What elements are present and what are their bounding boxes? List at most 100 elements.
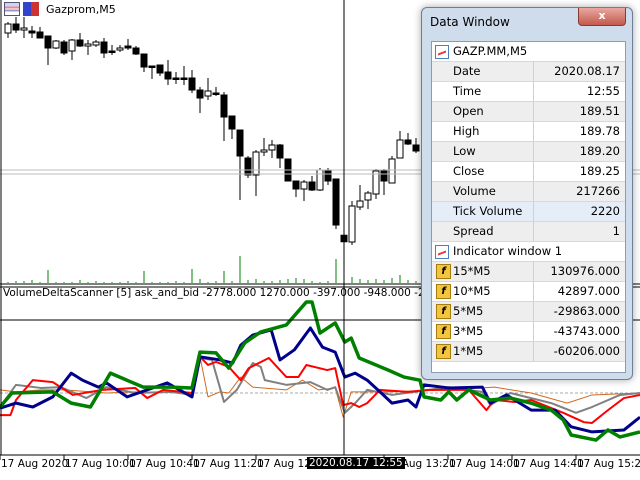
symbol-section: GAZP.MM,M5: [432, 42, 625, 62]
function-icon: f: [436, 264, 451, 279]
row-label: Tick Volume: [432, 202, 534, 221]
time-label: 17 Aug 2020: [1, 458, 69, 470]
row-label: 10*M5: [453, 284, 491, 298]
candle: [292, 180, 300, 197]
candle: [140, 53, 148, 72]
row-label: Volume: [432, 182, 534, 201]
data-row-high: High 189.78: [432, 122, 625, 142]
candle: [364, 191, 372, 209]
candle: [84, 40, 92, 55]
time-label: 17 Aug 14:00: [449, 458, 520, 470]
time-label: 17 Aug 14:40: [513, 458, 584, 470]
row-label: Low: [432, 142, 534, 161]
candle: [244, 156, 252, 178]
candle: [332, 178, 340, 229]
candle: [348, 201, 356, 245]
chart-icon: [435, 44, 449, 59]
chart-window-icon[interactable]: [4, 2, 20, 16]
candle: [172, 72, 180, 84]
candle: [4, 22, 12, 38]
candle: [324, 168, 332, 185]
candle: [196, 87, 204, 113]
candle: [132, 46, 140, 55]
data-row-tick-volume: Tick Volume 2220: [432, 202, 625, 222]
row-label: Time: [432, 82, 534, 101]
row-value: -60206.000: [553, 344, 620, 358]
data-row-spread: Spread 1: [432, 222, 625, 242]
candle: [180, 66, 188, 85]
time-label: 17 Aug 11:20: [193, 458, 264, 470]
row-label: High: [432, 122, 534, 141]
row-value: 2020.08.17: [554, 64, 620, 78]
row-label: Open: [432, 102, 534, 121]
time-label: 17 Aug 10:00: [65, 458, 136, 470]
candle: [92, 40, 100, 47]
candle: [316, 168, 324, 191]
row-label: 15*M5: [453, 264, 491, 278]
candle: [356, 185, 364, 210]
row-value: 217266: [576, 184, 620, 198]
candle: [68, 39, 76, 60]
crosshair-time-label: 2020.08.17 12:55: [307, 457, 405, 469]
indicator-section: Indicator window 1: [432, 242, 625, 262]
candle: [36, 27, 44, 39]
time-label: 17 Aug 10:40: [129, 458, 200, 470]
candle: [124, 39, 132, 50]
row-value: 189.20: [579, 144, 620, 158]
function-icon: f: [436, 304, 451, 319]
data-row-open: Open 189.51: [432, 102, 625, 122]
row-label: Spread: [432, 222, 534, 241]
candle: [100, 38, 108, 58]
candle: [12, 17, 20, 33]
close-button[interactable]: x: [578, 8, 626, 26]
row-value: -43743.000: [553, 324, 620, 338]
candle: [116, 45, 124, 52]
section-label: Indicator window 1: [453, 244, 563, 258]
row-value: 189.25: [579, 164, 620, 178]
row-value: 189.78: [579, 124, 620, 138]
row-label: 1*M5: [453, 344, 484, 358]
data-row-date: Date 2020.08.17: [432, 62, 625, 82]
data-window[interactable]: Data Window x GAZP.MM,M5 Date 2020.08.17 T…: [421, 7, 633, 380]
indicator-row: f 3*M5 -43743.000: [432, 322, 625, 342]
row-value: 2220: [590, 204, 620, 218]
row-value: 130976.000: [550, 264, 620, 278]
candle: [300, 180, 308, 201]
row-value: 12:55: [586, 84, 620, 98]
candle: [52, 40, 60, 49]
data-row-close: Close 189.25: [432, 162, 625, 182]
function-icon: f: [436, 284, 451, 299]
one-click-trading-icon[interactable]: [23, 2, 39, 16]
row-label: 5*M5: [453, 304, 484, 318]
row-label: Date: [432, 62, 534, 81]
data-row-volume: Volume 217266: [432, 182, 625, 202]
candle: [44, 35, 52, 65]
candle: [76, 33, 84, 47]
row-value: 189.51: [579, 104, 620, 118]
chart-header: Gazprom,M5: [4, 2, 116, 16]
candle: [108, 45, 116, 55]
chart-icon: [435, 244, 449, 259]
candle: [268, 140, 276, 158]
price-candles: [4, 17, 420, 245]
row-label: 3*M5: [453, 324, 484, 338]
data-row-time: Time 12:55: [432, 82, 625, 102]
candle: [164, 60, 172, 85]
row-label: Close: [432, 162, 534, 181]
section-label: GAZP.MM,M5: [453, 44, 528, 58]
candle: [228, 115, 236, 139]
data-window-title: Data Window: [430, 15, 510, 29]
indicator-row: f 15*M5 130976.000: [432, 262, 625, 282]
candle: [156, 64, 164, 76]
candle: [28, 26, 36, 38]
indicator-row: f 10*M5 42897.000: [432, 282, 625, 302]
candle: [308, 176, 316, 191]
symbol-label: Gazprom,M5: [46, 2, 116, 16]
candle: [404, 133, 412, 145]
candle: [188, 70, 196, 93]
row-value: -29863.000: [553, 304, 620, 318]
candle: [212, 87, 220, 96]
candle: [380, 169, 388, 195]
time-label: 17 Aug 15:20: [577, 458, 640, 470]
volume-bars: [7, 256, 417, 283]
